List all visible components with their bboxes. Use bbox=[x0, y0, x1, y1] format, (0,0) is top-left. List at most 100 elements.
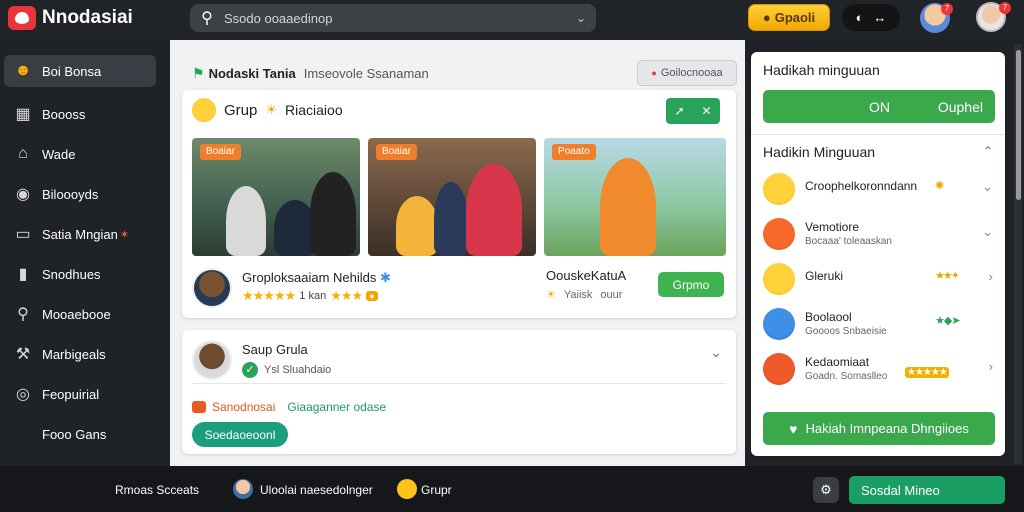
list-item[interactable]: Gleruki ★★✦ › bbox=[763, 259, 993, 299]
verified-icon: ✱ bbox=[380, 270, 391, 285]
chevron-right-icon: › bbox=[988, 359, 993, 374]
section-header[interactable]: Hadikin Minguuan ⌃ bbox=[763, 144, 993, 160]
video-thumbnail[interactable]: Boaiar bbox=[368, 138, 536, 256]
coins-button-label: Gpaoli bbox=[774, 10, 816, 25]
angry-face-icon bbox=[192, 98, 216, 122]
panel-cta-button[interactable]: ON Ouphel bbox=[763, 90, 995, 123]
theme-toggle[interactable]: ◐ ↔ bbox=[842, 4, 900, 31]
person-figure bbox=[466, 164, 522, 256]
live-label: Sanodnosai bbox=[212, 400, 276, 414]
notification-badge-icon: 7 bbox=[941, 3, 953, 15]
sidebar-item-biloooyds[interactable]: ◉ Biloooyds bbox=[4, 178, 156, 210]
mascot-figure bbox=[396, 196, 438, 256]
bottom-link-2[interactable]: Uloolai naesedolnger bbox=[260, 483, 373, 497]
social-button[interactable]: Sosdal Mineo bbox=[849, 476, 1005, 504]
chevron-down-icon[interactable]: ⌄ bbox=[566, 11, 596, 25]
star-rating-icon: ★★★ bbox=[330, 288, 363, 303]
header-action-button[interactable]: ● Goilocnooaa bbox=[637, 60, 737, 86]
sidebar-item-fooo-gans[interactable]: Fooo Gans bbox=[4, 418, 156, 450]
app-logo[interactable]: Nnodasiai bbox=[8, 6, 133, 30]
group-list-subtitle-text: Ysl Sluahdaio bbox=[264, 364, 332, 376]
person-figure bbox=[226, 186, 266, 256]
thumbnail-tag: Poaato bbox=[552, 144, 596, 160]
sidebar-item-wade[interactable]: ⌂ Wade bbox=[4, 138, 156, 170]
group-list-card: Saup Grula ✓ Ysl Sluahdaio ⌄ Sanodnosai … bbox=[182, 330, 736, 454]
video-meta: ☀ Yaiisk ouur bbox=[546, 288, 623, 302]
chevron-right-icon: › bbox=[988, 269, 993, 284]
list-item-sub: Goadn. Somaslleo bbox=[805, 371, 888, 382]
screen-icon: ▭ bbox=[15, 226, 31, 243]
top-bar: Nnodasiai ⚲ ⌄ ● Gpaoli ◐ ↔ 7 7 bbox=[0, 0, 1024, 38]
grinning-face-icon bbox=[763, 263, 795, 295]
search-input[interactable] bbox=[224, 10, 566, 26]
sidebar-item-label: Fooo Gans bbox=[42, 426, 107, 442]
sidebar-item-label: Wade bbox=[42, 146, 76, 162]
sidebar-item-mooaebooe[interactable]: ⚲ Mooaebooe bbox=[4, 298, 156, 330]
star-badge-icon: ★★✦ bbox=[935, 270, 960, 282]
chevron-down-icon[interactable]: ⌄ bbox=[710, 344, 722, 361]
group-list-row[interactable]: Saup Grula ✓ Ysl Sluahdaio ⌄ bbox=[192, 340, 726, 384]
bottom-link-3[interactable]: Grupr bbox=[421, 483, 452, 497]
thumbnail-tag: Boaiar bbox=[376, 144, 417, 160]
person-figure bbox=[434, 182, 468, 256]
list-item-name: Croophelkoronndann bbox=[805, 179, 918, 193]
live-row: Sanodnosai Giaaganner odase bbox=[192, 400, 386, 414]
tools-icon: ⚒ bbox=[15, 346, 31, 363]
follow-button[interactable]: Soedaoeoonl bbox=[192, 422, 288, 447]
sidebar-item-boooss[interactable]: ▦ Boooss bbox=[4, 98, 156, 130]
divider bbox=[751, 134, 1005, 135]
avatar-icon bbox=[233, 479, 253, 499]
group-card: Grup ☀ Riaciaioo ➚ ✕ Boaiar Boaiar Poaat… bbox=[182, 90, 736, 318]
video-thumbnail[interactable]: Boaiar bbox=[192, 138, 360, 256]
rating-text: 1 kan bbox=[299, 290, 327, 302]
rating-row: ★★★★★ 1 kan ★★★ ● bbox=[242, 288, 378, 304]
scrollbar-thumb[interactable] bbox=[1016, 50, 1021, 200]
group-card-title-extra: Riaciaioo bbox=[285, 102, 343, 118]
check-icon: ✓ bbox=[242, 362, 258, 378]
page-title: Nodaski Tania bbox=[208, 65, 296, 81]
video-name: OouskeKatuA bbox=[546, 268, 627, 283]
video-thumbnail[interactable]: Poaato bbox=[544, 138, 726, 256]
bottom-bar: Rmoas Scceats Uloolai naesedolnger Grupr… bbox=[0, 466, 1024, 512]
sun-icon: ☀ bbox=[265, 102, 278, 117]
bottle-icon bbox=[763, 308, 795, 340]
sidebar-item-marbigeals[interactable]: ⚒ Marbigeals bbox=[4, 338, 156, 370]
app-title: Nnodasiai bbox=[42, 7, 133, 28]
star-badge-icon: ★★★★★ bbox=[905, 367, 949, 378]
pin-action-icon[interactable]: ➚ bbox=[674, 104, 684, 118]
list-item[interactable]: Vemotiore Bocaaa' toleaaskan ⌄ bbox=[763, 214, 993, 254]
laughing-face-icon bbox=[763, 173, 795, 205]
flag-icon: ⚑ bbox=[192, 64, 205, 81]
bar-chart-icon: ▮ bbox=[18, 266, 28, 283]
sidebar-item-label: Feopuirial bbox=[42, 386, 100, 402]
panel-bottom-button[interactable]: ♥ Hakiah Imnpeana Dhngiioes bbox=[763, 412, 995, 445]
list-item[interactable]: Kedaomiaat Goadn. Somaslleo ★★★★★ › bbox=[763, 349, 993, 389]
chevron-up-icon: ⌃ bbox=[982, 144, 993, 158]
sparkle-icon: ✺ bbox=[935, 180, 945, 192]
sidebar-item-feopuirial[interactable]: ◎ Feopuirial bbox=[4, 378, 156, 410]
group-avatar bbox=[192, 340, 232, 380]
group-avatar[interactable] bbox=[192, 268, 232, 308]
person-figure bbox=[310, 172, 356, 256]
live-status: Giaaganner odase bbox=[287, 400, 387, 414]
search-bar[interactable]: ⚲ ⌄ bbox=[190, 4, 596, 32]
list-item[interactable]: Croophelkoronndann ✺ ⌄ bbox=[763, 169, 993, 209]
arrows-icon: ↔ bbox=[873, 10, 887, 25]
close-icon[interactable]: ✕ bbox=[701, 104, 711, 118]
angry-face-icon bbox=[763, 218, 795, 250]
bottom-link-1[interactable]: Rmoas Scceats bbox=[115, 483, 199, 497]
smiley-icon: ☻ bbox=[14, 62, 32, 79]
emoji-icon bbox=[397, 479, 417, 499]
group-list-subtitle: ✓ Ysl Sluahdaio bbox=[242, 362, 331, 378]
settings-icon[interactable]: ⚙ bbox=[813, 477, 839, 503]
join-button[interactable]: Grpmo bbox=[658, 272, 724, 297]
coins-button[interactable]: ● Gpaoli bbox=[748, 4, 830, 31]
panel-cta-label-b: Ouphel bbox=[937, 98, 983, 115]
sidebar-item-label: Marbigeals bbox=[42, 346, 106, 362]
sidebar-item-snodhues[interactable]: ▮ Snodhues bbox=[4, 258, 156, 290]
list-item[interactable]: Boolaool Goooos Snbaeisie ★◆➤ bbox=[763, 304, 993, 344]
sidebar-item-satia-mngian[interactable]: ▭ Satia Mngian ✶ bbox=[4, 218, 156, 250]
sidebar-item-home[interactable]: ☻ Boi Bonsa bbox=[4, 55, 156, 87]
sidebar-item-label: Boooss bbox=[42, 106, 86, 122]
video-meta-b: ouur bbox=[600, 288, 623, 301]
